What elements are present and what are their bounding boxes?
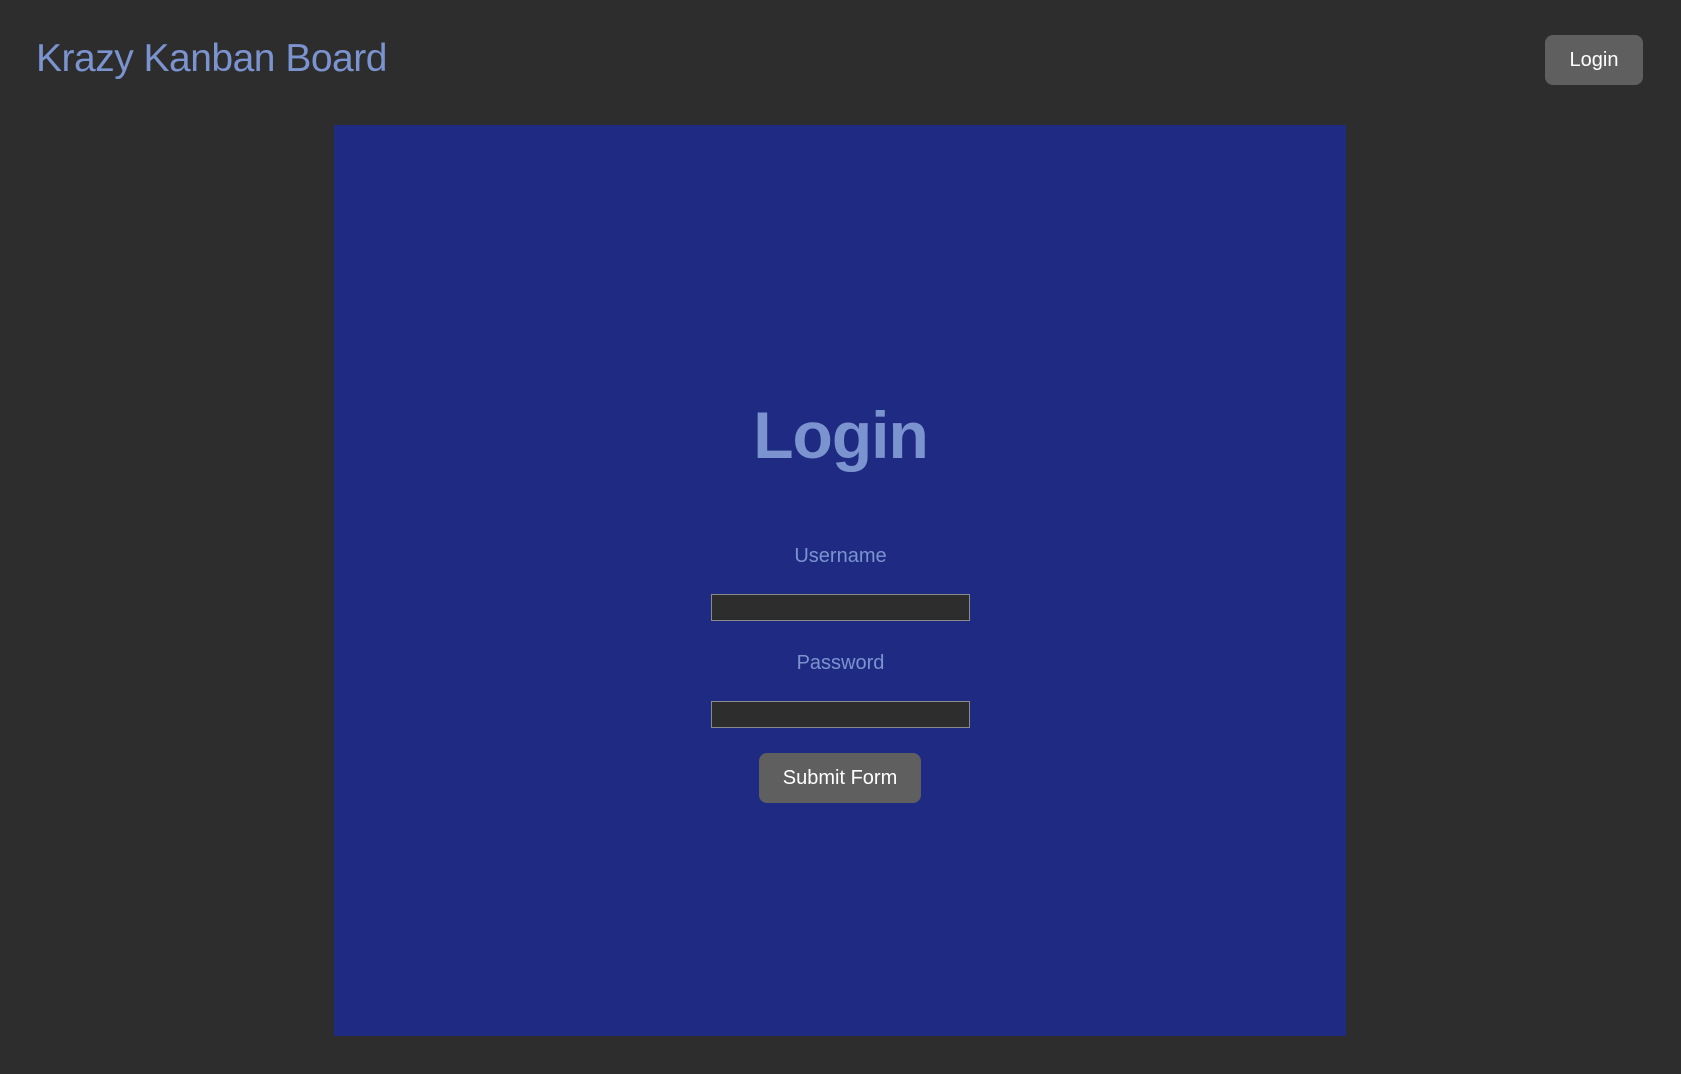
username-label: Username	[794, 545, 887, 567]
password-input[interactable]	[711, 701, 970, 728]
app-title: Krazy Kanban Board	[36, 37, 387, 80]
login-heading: Login	[753, 398, 929, 472]
login-panel	[334, 125, 1346, 1036]
username-input[interactable]	[711, 594, 970, 621]
submit-form-button[interactable]: Submit Form	[759, 753, 921, 803]
nav-login-button[interactable]: Login	[1545, 35, 1643, 85]
password-label: Password	[796, 652, 885, 674]
